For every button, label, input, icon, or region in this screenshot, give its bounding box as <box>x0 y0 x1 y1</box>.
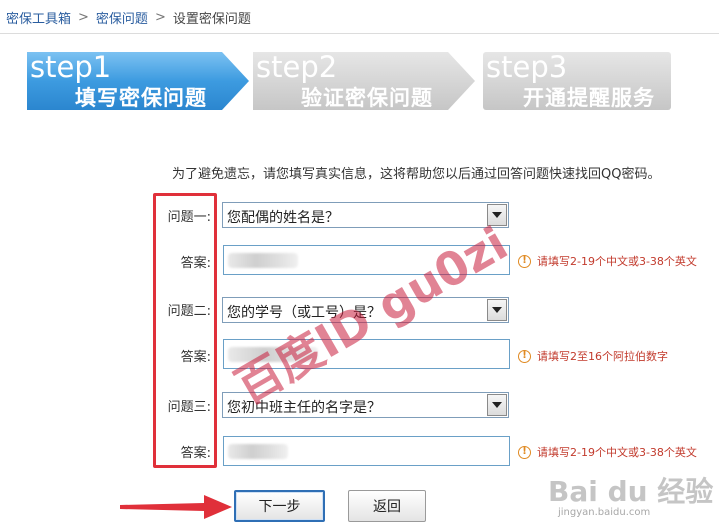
step-2-number: step2 <box>256 50 338 84</box>
question-2-select[interactable]: 您的学号（或工号）是？ <box>222 297 509 323</box>
question-3-selected: 您初中班主任的名字是？ <box>227 400 381 416</box>
step-1-title: 填写密保问题 <box>75 86 207 110</box>
step-3-number: step3 <box>486 50 568 84</box>
baidu-jingyan-url: jingyan.baidu.com <box>558 507 651 518</box>
answer-3-hint-text: 请填写2-19个中文或3-38个英文 <box>537 446 697 459</box>
label-highlight-frame <box>153 193 217 468</box>
step-1: step1 填写密保问题 <box>27 50 249 110</box>
warning-icon: ! <box>518 254 531 268</box>
step-2-title: 验证密保问题 <box>301 86 433 110</box>
question-1-label: 问题一: <box>167 210 211 225</box>
step-3-title: 开通提醒服务 <box>523 86 655 110</box>
answer-2-hint-text: 请填写2至16个阿拉伯数字 <box>537 350 668 363</box>
answer-2-blurred-value <box>228 347 318 362</box>
breadcrumb-separator: > <box>78 9 89 25</box>
step-3: step3 开通提醒服务 <box>483 50 671 110</box>
question-1-select[interactable]: 您配偶的姓名是？ <box>222 202 509 228</box>
question-3-select[interactable]: 您初中班主任的名字是？ <box>222 392 509 418</box>
answer-2-hint: ! 请填写2至16个阿拉伯数字 <box>518 348 668 364</box>
breadcrumb-item-questions[interactable]: 密保问题 <box>96 8 148 27</box>
breadcrumb-separator: > <box>154 9 166 25</box>
chevron-down-icon[interactable] <box>487 394 507 416</box>
answer-1-input[interactable] <box>223 245 510 275</box>
question-2-label: 问题二: <box>167 304 211 319</box>
answer-3-label: 答案: <box>180 446 211 461</box>
answer-1-hint: ! 请填写2-19个中文或3-38个英文 <box>518 253 697 269</box>
red-arrow-icon <box>120 495 232 519</box>
chevron-down-icon[interactable] <box>487 299 507 321</box>
answer-1-label: 答案: <box>180 256 211 271</box>
chevron-down-icon[interactable] <box>487 204 507 226</box>
answer-3-blurred-value <box>228 444 288 459</box>
next-step-button[interactable]: 下一步 <box>234 490 325 522</box>
header-divider <box>0 33 719 34</box>
baidu-jingyan-logo: Bai du 经验 <box>548 475 714 508</box>
back-button[interactable]: 返回 <box>348 490 426 522</box>
warning-icon: ! <box>518 349 531 363</box>
warning-icon: ! <box>518 445 531 459</box>
step-2: step2 验证密保问题 <box>253 50 475 110</box>
breadcrumb-item-current: 设置密保问题 <box>172 11 251 27</box>
answer-2-input[interactable] <box>223 339 510 369</box>
question-1-selected: 您配偶的姓名是？ <box>227 210 339 226</box>
breadcrumb: 密保工具箱 > 密保问题 > 设置密保问题 <box>6 6 251 28</box>
question-2-selected: 您的学号（或工号）是？ <box>227 305 381 321</box>
step-1-number: step1 <box>30 50 112 84</box>
answer-3-input[interactable] <box>223 436 510 466</box>
question-3-label: 问题三: <box>167 400 211 415</box>
answer-3-hint: ! 请填写2-19个中文或3-38个英文 <box>518 444 697 460</box>
answer-2-label: 答案: <box>180 350 211 365</box>
intro-text: 为了避免遗忘，请您填写真实信息，这将帮助您以后通过回答问题快速找回QQ密码。 <box>172 167 661 182</box>
answer-1-blurred-value <box>228 253 298 268</box>
answer-1-hint-text: 请填写2-19个中文或3-38个英文 <box>537 255 697 268</box>
breadcrumb-item-toolbox[interactable]: 密保工具箱 <box>6 8 71 27</box>
